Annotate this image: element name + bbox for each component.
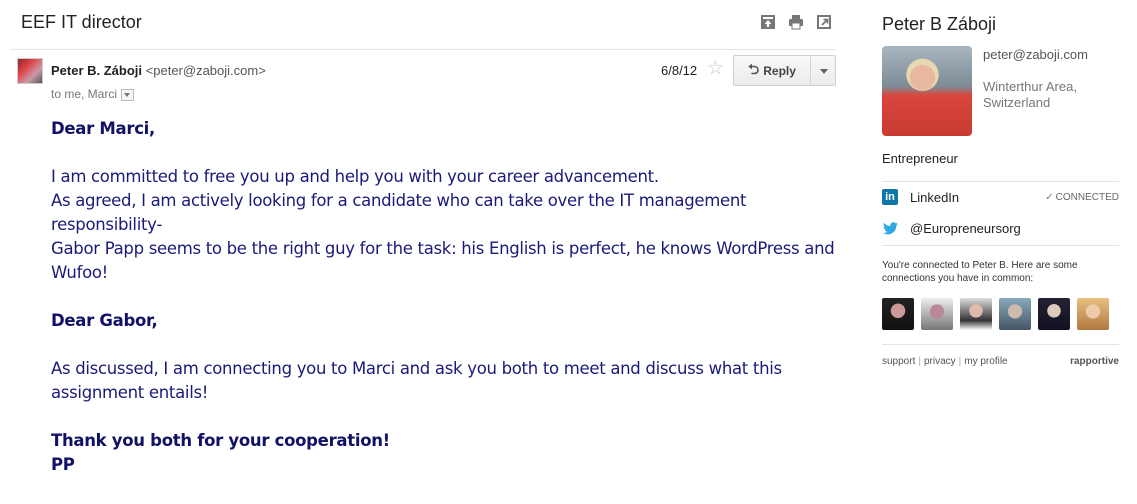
archive-icon[interactable] <box>760 14 776 30</box>
contact-name: Peter B Záboji <box>882 14 997 34</box>
body-paragraph: Thank you both for your cooperation! <box>51 431 390 450</box>
reply-button-group: ⮌ Reply <box>733 55 836 86</box>
common-connections <box>882 298 1109 330</box>
reply-arrow-icon: ⮌ <box>748 60 760 77</box>
connection-avatar[interactable] <box>921 298 953 330</box>
reply-label: Reply <box>763 63 796 78</box>
support-link[interactable]: support <box>882 356 915 367</box>
body-paragraph: As agreed, I am actively looking for a c… <box>51 191 747 234</box>
print-icon[interactable] <box>788 14 804 30</box>
sidebar-footer: support | privacy | my profile rapportive <box>882 356 1119 367</box>
linkedin-status: ✓ CONNECTED <box>1045 192 1119 203</box>
contact-email[interactable]: peter@zaboji.com <box>983 47 1088 62</box>
contact-photo <box>882 46 972 136</box>
body-paragraph: I am committed to free you up and help y… <box>51 167 659 186</box>
linkedin-status-text: CONNECTED <box>1055 191 1119 203</box>
email-top-actions <box>760 14 832 30</box>
email-date: 6/8/12 <box>661 63 698 78</box>
header-divider <box>10 49 836 50</box>
twitter-bird-icon <box>882 222 898 236</box>
body-spacer <box>51 141 841 165</box>
connection-avatar[interactable] <box>882 298 914 330</box>
privacy-link[interactable]: privacy <box>924 356 956 367</box>
connection-avatar[interactable] <box>1077 298 1109 330</box>
connection-avatar[interactable] <box>960 298 992 330</box>
body-spacer <box>51 285 841 309</box>
sidebar-divider <box>882 344 1119 345</box>
body-paragraph: Gabor Papp seems to be the right guy for… <box>51 239 835 282</box>
linkedin-icon: in <box>882 189 898 205</box>
connection-avatar[interactable] <box>999 298 1031 330</box>
separator: | <box>958 356 962 367</box>
email-subject: EEF IT director <box>21 12 142 32</box>
star-icon[interactable]: ☆ <box>707 59 724 79</box>
body-paragraph: Dear Marci, <box>51 119 155 138</box>
body-spacer <box>51 405 841 429</box>
my-profile-link[interactable]: my profile <box>964 356 1007 367</box>
separator: | <box>918 356 921 367</box>
checkmark-icon: ✓ <box>1045 191 1054 203</box>
twitter-handle[interactable]: @Europreneursorg <box>910 221 1021 236</box>
common-connections-text: You're connected to Peter B. Here are so… <box>882 260 1078 284</box>
email-body: Dear Marci, I am committed to free you up… <box>51 117 841 477</box>
sidebar-divider <box>882 245 1119 246</box>
recipients-line: to me, Marci <box>51 87 135 101</box>
sender-email: <peter@zaboji.com> <box>145 63 266 78</box>
recipients: to me, Marci <box>51 87 118 101</box>
show-details-dropdown-icon[interactable] <box>121 88 135 101</box>
body-paragraph: As discussed, I am connecting you to Mar… <box>51 359 782 402</box>
body-spacer <box>51 333 841 357</box>
contact-location: Winterthur Area, Switzerland <box>983 79 1077 110</box>
connection-avatar[interactable] <box>1038 298 1070 330</box>
body-paragraph: Dear Gabor, <box>51 311 158 330</box>
sender-avatar[interactable] <box>17 58 43 84</box>
rapportive-logo[interactable]: rapportive <box>1070 356 1119 367</box>
contact-title: Entrepreneur <box>882 151 958 166</box>
sidebar-divider <box>882 181 1119 182</box>
reply-button[interactable]: ⮌ Reply <box>734 56 811 85</box>
sender-line: Peter B. Záboji <peter@zaboji.com> <box>51 63 266 78</box>
linkedin-row[interactable]: in LinkedIn ✓ CONNECTED <box>882 189 1119 205</box>
body-paragraph: PP <box>51 455 75 474</box>
new-window-icon[interactable] <box>816 14 832 30</box>
more-actions-dropdown[interactable] <box>811 56 835 85</box>
sender-name[interactable]: Peter B. Záboji <box>51 63 142 78</box>
linkedin-label[interactable]: LinkedIn <box>910 190 959 205</box>
twitter-row[interactable]: @Europreneursorg <box>882 221 1021 236</box>
